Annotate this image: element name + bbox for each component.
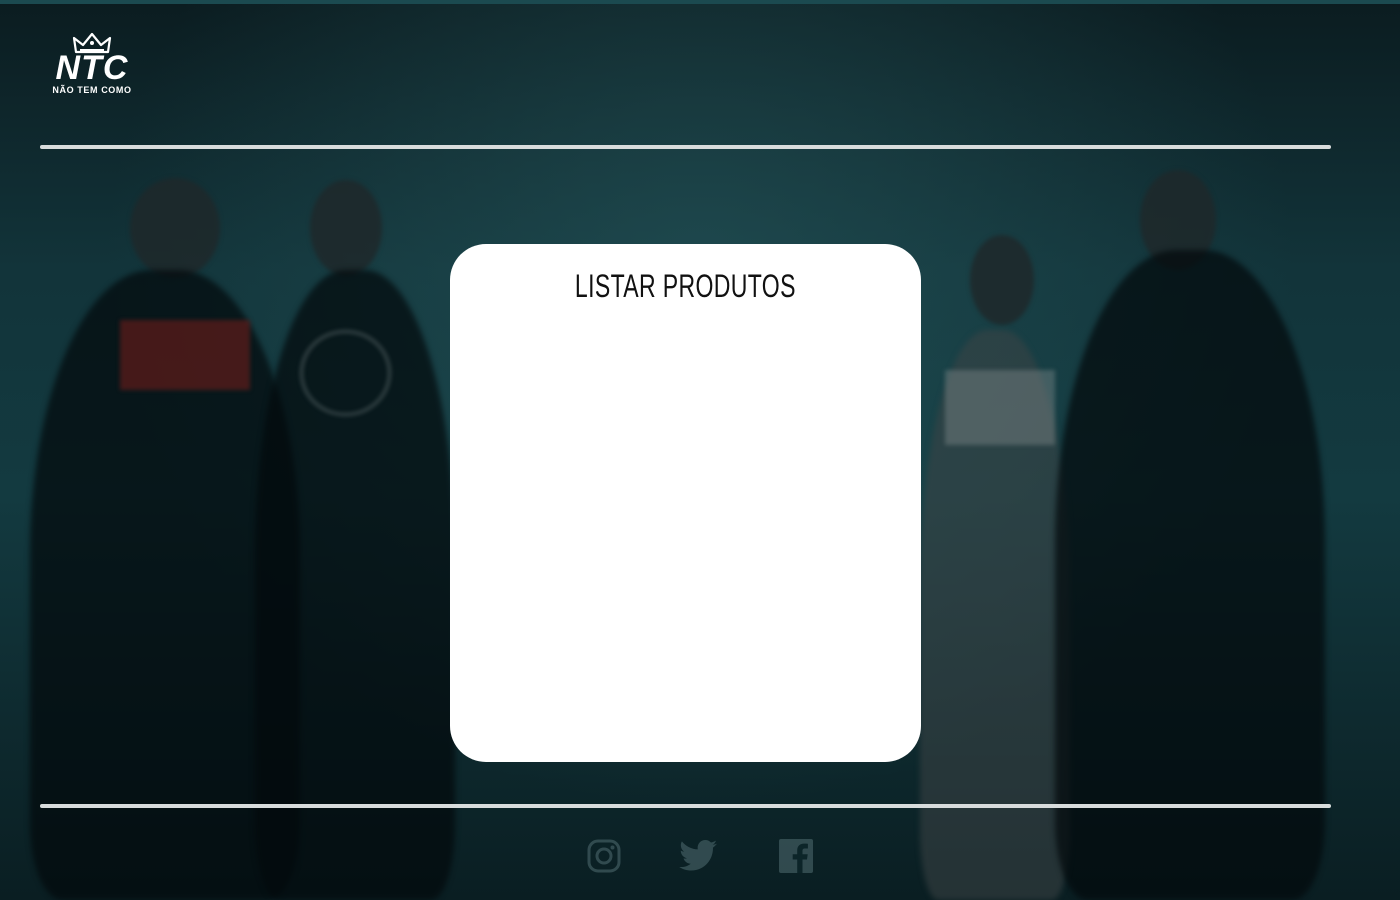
products-list — [470, 324, 901, 742]
top-stripe — [0, 0, 1400, 4]
page-background: NTC NÃO TEM COMO LISTAR PRODUTOS — [0, 0, 1400, 900]
facebook-icon — [779, 839, 813, 873]
instagram-link[interactable] — [584, 836, 624, 876]
bg-shirt-print — [120, 320, 250, 390]
bg-person-head — [130, 178, 220, 278]
card-title: LISTAR PRODUTOS — [574, 268, 796, 304]
bg-shirt-print — [300, 330, 391, 416]
ntc-logo[interactable]: NTC NÃO TEM COMO — [40, 32, 144, 104]
twitter-icon — [679, 840, 718, 871]
header-divider — [40, 145, 1331, 149]
bg-person-head — [970, 235, 1034, 325]
twitter-link[interactable] — [678, 836, 718, 876]
bg-person-head — [310, 180, 382, 276]
logo-text: NTC — [55, 49, 129, 87]
products-card: LISTAR PRODUTOS — [450, 244, 921, 762]
instagram-icon — [587, 839, 621, 873]
logo-subtitle: NÃO TEM COMO — [52, 85, 132, 95]
footer-divider — [40, 804, 1331, 808]
bg-shirt-print — [945, 370, 1055, 445]
bg-person-figure — [1055, 250, 1325, 900]
facebook-link[interactable] — [776, 836, 816, 876]
